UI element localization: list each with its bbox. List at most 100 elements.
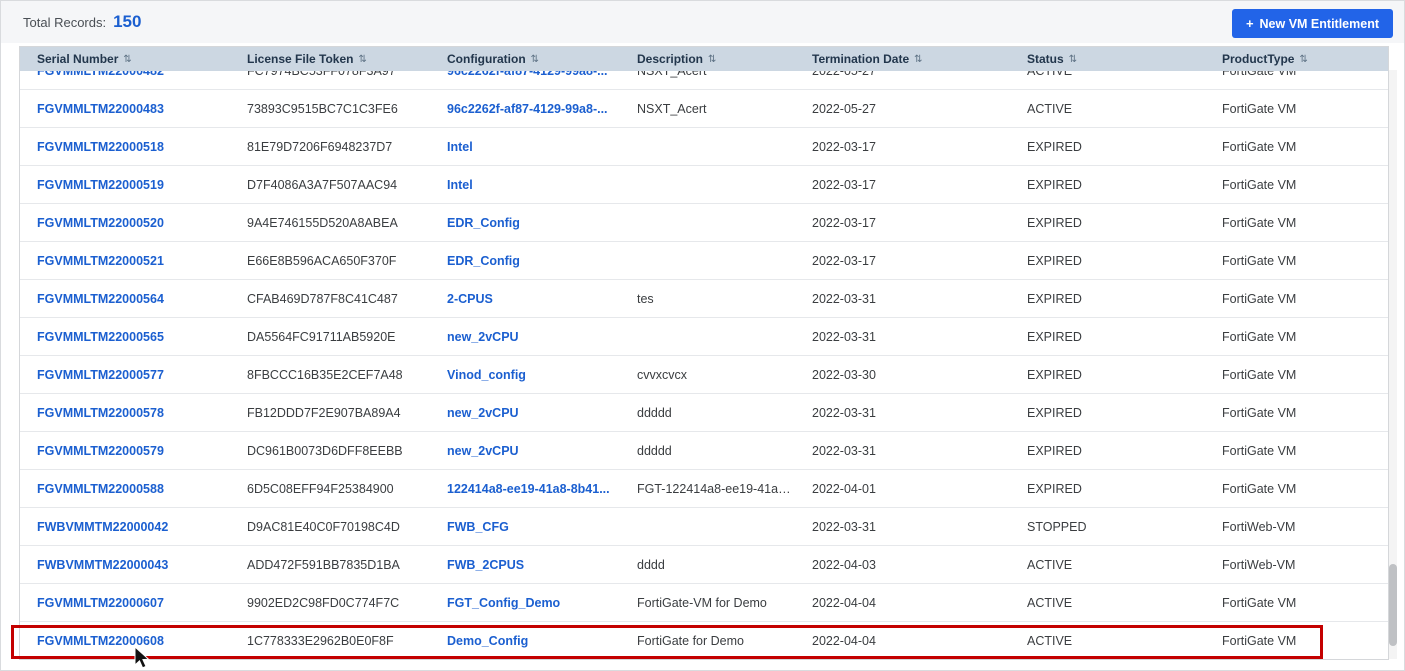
serial-number-link[interactable]: FGVMMLTM22000519: [37, 178, 164, 192]
column-header-label: Description: [637, 52, 704, 66]
column-header-label: Serial Number: [37, 52, 119, 66]
sort-icon[interactable]: ⇅: [1299, 54, 1307, 65]
license-file-token: 6D5C08EFF94F25384900: [247, 481, 394, 496]
sort-icon[interactable]: ⇅: [1069, 54, 1077, 65]
status-cell: EXPIRED: [1027, 291, 1082, 306]
serial-number-link[interactable]: FGVMMLTM22000608: [37, 634, 164, 648]
configuration-link[interactable]: Vinod_config: [447, 368, 526, 382]
new-vm-entitlement-button[interactable]: + New VM Entitlement: [1231, 9, 1393, 38]
license-file-token: DA5564FC91711AB5920E: [247, 329, 396, 344]
column-header[interactable]: License File Token ⇅: [230, 52, 430, 66]
serial-number-link[interactable]: FGVMMLTM22000578: [37, 406, 164, 420]
column-header[interactable]: ProductType ⇅: [1205, 52, 1388, 66]
table-row: FGVMMLTM22000565 DA5564FC91711AB5920E ne…: [20, 318, 1388, 356]
configuration-link[interactable]: new_2vCPU: [447, 406, 519, 420]
column-header[interactable]: Configuration ⇅: [430, 52, 620, 66]
new-vm-entitlement-button-label: New VM Entitlement: [1259, 16, 1379, 31]
termination-date-cell: 2022-03-17: [812, 177, 876, 192]
serial-number-link[interactable]: FGVMMLTM22000577: [37, 368, 164, 382]
configuration-link[interactable]: EDR_Config: [447, 254, 520, 268]
serial-number-link[interactable]: FWBVMMTM22000043: [37, 558, 168, 572]
product-type-cell: FortiGate VM: [1222, 443, 1297, 458]
configuration-link[interactable]: new_2vCPU: [447, 444, 519, 458]
status-cell: EXPIRED: [1027, 329, 1082, 344]
termination-date-cell: 2022-04-03: [812, 557, 876, 572]
termination-date-cell: 2022-03-31: [812, 443, 876, 458]
license-file-token: 73893C9515BC7C1C3FE6: [247, 101, 398, 116]
column-header[interactable]: Status ⇅: [1010, 52, 1205, 66]
table-row: FGVMMLTM22000520 9A4E746155D520A8ABEA ED…: [20, 204, 1388, 242]
product-type-cell: FortiGate VM: [1222, 215, 1297, 230]
serial-number-link[interactable]: FGVMMLTM22000607: [37, 596, 164, 610]
license-file-token: D9AC81E40C0F70198C4D: [247, 519, 400, 534]
serial-number-link[interactable]: FGVMMLTM22000520: [37, 216, 164, 230]
vertical-scrollbar-thumb[interactable]: [1389, 564, 1397, 646]
table-row: FGVMMLTM22000608 1C778333E2962B0E0F8F De…: [20, 622, 1388, 659]
license-file-token: DC961B0073D6DFF8EEBB: [247, 443, 403, 458]
plus-icon: +: [1245, 16, 1254, 31]
description-cell: FortiGate-VM for Demo: [637, 595, 767, 610]
configuration-link[interactable]: FWB_CFG: [447, 520, 509, 534]
configuration-link[interactable]: Intel: [447, 178, 473, 192]
termination-date-cell: 2022-03-31: [812, 291, 876, 306]
status-cell: ACTIVE: [1027, 557, 1073, 572]
status-cell: ACTIVE: [1027, 101, 1073, 116]
sort-icon[interactable]: ⇅: [123, 54, 131, 65]
sort-icon[interactable]: ⇅: [358, 54, 366, 65]
table-row: FGVMMLTM22000564 CFAB469D787F8C41C487 2-…: [20, 280, 1388, 318]
status-cell: EXPIRED: [1027, 367, 1082, 382]
vm-entitlement-table: Serial Number ⇅ License File Token ⇅ Con…: [19, 46, 1389, 660]
product-type-cell: FortiGate VM: [1222, 177, 1297, 192]
termination-date-cell: 2022-03-17: [812, 253, 876, 268]
configuration-link[interactable]: EDR_Config: [447, 216, 520, 230]
termination-date-cell: 2022-04-04: [812, 595, 876, 610]
license-file-token: E66E8B596ACA650F370F: [247, 253, 397, 268]
configuration-link[interactable]: new_2vCPU: [447, 330, 519, 344]
status-cell: EXPIRED: [1027, 177, 1082, 192]
serial-number-link[interactable]: FGVMMLTM22000483: [37, 102, 164, 116]
serial-number-link[interactable]: FGVMMLTM22000579: [37, 444, 164, 458]
description-cell: FGT-122414a8-ee19-41a8-...: [637, 481, 795, 496]
table-row: FWBVMMTM22000042 D9AC81E40C0F70198C4D FW…: [20, 508, 1388, 546]
serial-number-link[interactable]: FWBVMMTM22000042: [37, 520, 168, 534]
status-cell: ACTIVE: [1027, 595, 1073, 610]
configuration-link[interactable]: 2-CPUS: [447, 292, 493, 306]
product-type-cell: FortiGate VM: [1222, 101, 1297, 116]
column-header-label: Status: [1027, 52, 1064, 66]
description-cell: tes: [637, 291, 654, 306]
status-cell: ACTIVE: [1027, 634, 1073, 648]
configuration-link[interactable]: Demo_Config: [447, 634, 528, 648]
column-header[interactable]: Description ⇅: [620, 52, 795, 66]
serial-number-link[interactable]: FGVMMLTM22000564: [37, 292, 164, 306]
column-header-label: License File Token: [247, 52, 354, 66]
product-type-cell: FortiGate VM: [1222, 481, 1297, 496]
description-cell: FortiGate for Demo: [637, 634, 744, 648]
sort-icon[interactable]: ⇅: [708, 54, 716, 65]
configuration-link[interactable]: Intel: [447, 140, 473, 154]
configuration-link[interactable]: FGT_Config_Demo: [447, 596, 560, 610]
status-cell: EXPIRED: [1027, 443, 1082, 458]
column-header-label: Configuration: [447, 52, 526, 66]
license-file-token: FB12DDD7F2E907BA89A4: [247, 405, 401, 420]
configuration-link[interactable]: FWB_2CPUS: [447, 558, 524, 572]
configuration-link[interactable]: 122414a8-ee19-41a8-8b41...: [447, 482, 610, 496]
product-type-cell: FortiGate VM: [1222, 634, 1297, 648]
product-type-cell: FortiGate VM: [1222, 253, 1297, 268]
license-file-token: 9902ED2C98FD0C774F7C: [247, 595, 400, 610]
serial-number-link[interactable]: FGVMMLTM22000588: [37, 482, 164, 496]
status-cell: EXPIRED: [1027, 253, 1082, 268]
serial-number-link[interactable]: FGVMMLTM22000521: [37, 254, 164, 268]
serial-number-link[interactable]: FGVMMLTM22000565: [37, 330, 164, 344]
column-header[interactable]: Termination Date ⇅: [795, 52, 1010, 66]
total-records-value: 150: [113, 12, 142, 31]
sort-icon[interactable]: ⇅: [531, 54, 539, 65]
vertical-scrollbar-track[interactable]: [1389, 70, 1397, 659]
table-row: FGVMMLTM22000579 DC961B0073D6DFF8EEBB ne…: [20, 432, 1388, 470]
serial-number-link[interactable]: FGVMMLTM22000518: [37, 140, 164, 154]
termination-date-cell: 2022-04-01: [812, 481, 876, 496]
termination-date-cell: 2022-03-17: [812, 139, 876, 154]
column-header[interactable]: Serial Number ⇅: [20, 52, 230, 66]
sort-icon[interactable]: ⇅: [914, 54, 922, 65]
configuration-link[interactable]: 96c2262f-af87-4129-99a8-...: [447, 102, 608, 116]
table-header-row: Serial Number ⇅ License File Token ⇅ Con…: [20, 47, 1388, 71]
